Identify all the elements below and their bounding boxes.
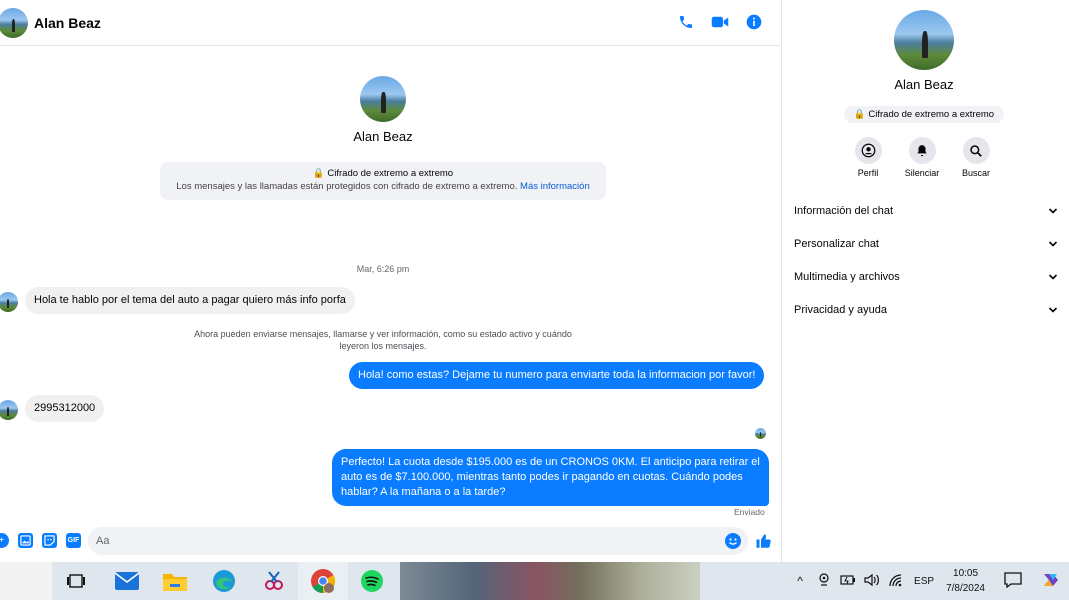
message-line: hablar? A la mañana o a la tarde? — [341, 486, 506, 498]
chevron-down-icon — [1048, 240, 1058, 247]
tray-overflow-icon[interactable]: ^ — [788, 574, 812, 588]
message-timestamp: Mar, 6:26 pm — [356, 264, 410, 274]
bell-icon[interactable] — [908, 137, 936, 164]
volume-icon[interactable] — [860, 573, 884, 590]
taskbar-spacer — [0, 562, 52, 600]
seen-receipt-avatar — [755, 428, 766, 439]
incoming-message[interactable]: Hola te hablo por el tema del auto a pag… — [25, 287, 355, 314]
section-label: Personalizar chat — [794, 237, 879, 250]
image-icon[interactable] — [18, 533, 33, 548]
encryption-description: Los mensajes y las llamadas están proteg… — [160, 181, 606, 192]
intro-avatar[interactable] — [360, 76, 406, 122]
system-note: Ahora pueden enviarse mensajes, llamarse… — [194, 329, 572, 351]
chevron-down-icon — [1048, 273, 1058, 280]
section-chat-info[interactable]: Información del chat — [794, 194, 1058, 227]
info-icon[interactable] — [744, 12, 764, 32]
conversation-intro: Alan Beaz — [0, 76, 766, 144]
sender-avatar[interactable] — [0, 292, 18, 312]
chrome-icon[interactable] — [310, 568, 336, 594]
spotify-icon[interactable] — [359, 568, 385, 594]
search-label: Buscar — [961, 168, 990, 178]
chat-header: Alan Beaz — [0, 0, 780, 46]
outgoing-message[interactable]: Hola! como estas? Dejame tu numero para … — [349, 362, 765, 389]
system-tray: ^ ESP 10:05 7/8/2024 — [788, 562, 1069, 600]
encryption-notice: 🔒 Cifrado de extremo a extremo Los mensa… — [160, 162, 606, 200]
phone-icon[interactable] — [676, 12, 696, 32]
task-view-icon[interactable] — [63, 568, 89, 594]
clock-time: 10:05 — [953, 568, 979, 579]
notifications-icon[interactable] — [1001, 571, 1025, 591]
contact-avatar[interactable] — [0, 8, 28, 38]
snipping-tool-icon[interactable] — [261, 568, 287, 594]
section-label: Información del chat — [794, 204, 894, 217]
profile-button[interactable]: Perfil — [850, 137, 886, 178]
emoji-icon[interactable] — [725, 533, 741, 549]
header-actions — [676, 12, 764, 32]
chat-pane: Alan Beaz Alan Beaz 🔒 Cifrado de extremo… — [0, 0, 780, 562]
taskbar-wallpaper — [400, 562, 700, 600]
panel-sections: Información del chat Personalizar chat M… — [794, 194, 1058, 326]
windows-taskbar: ^ ESP 10:05 7/8/2024 — [0, 562, 1069, 600]
clock-date: 7/8/2024 — [946, 583, 985, 594]
mute-button[interactable]: Silenciar — [904, 137, 940, 178]
section-media-files[interactable]: Multimedia y archivos — [794, 260, 1058, 293]
composer-actions: + GIF — [0, 533, 81, 548]
contact-name[interactable]: Alan Beaz — [34, 15, 101, 31]
copilot-icon[interactable] — [1039, 570, 1063, 593]
section-label: Privacidad y ayuda — [794, 303, 887, 316]
clock[interactable]: 10:05 7/8/2024 — [946, 566, 985, 596]
edge-icon[interactable] — [211, 568, 237, 594]
section-label: Multimedia y archivos — [794, 270, 900, 283]
composer: + GIF — [0, 524, 780, 558]
incoming-message[interactable]: 2995312000 — [25, 395, 105, 422]
message-input[interactable] — [88, 527, 748, 555]
section-privacy-help[interactable]: Privacidad y ayuda — [794, 293, 1058, 326]
outgoing-message[interactable]: Perfecto! La cuota desde $195.000 es de … — [332, 449, 769, 506]
message-line: Perfecto! La cuota desde $195.000 es de … — [341, 456, 760, 468]
plus-icon[interactable]: + — [0, 533, 9, 548]
sender-avatar[interactable] — [0, 400, 18, 420]
chevron-down-icon — [1048, 306, 1058, 313]
profile-label: Perfil — [857, 168, 879, 178]
delivery-status: Enviado — [734, 507, 765, 517]
battery-icon[interactable] — [836, 574, 860, 589]
more-info-link[interactable]: Más información — [520, 181, 590, 192]
panel-actions: Perfil Silenciar Buscar — [850, 137, 994, 178]
gif-icon[interactable]: GIF — [66, 533, 81, 548]
file-explorer-icon[interactable] — [162, 568, 188, 594]
chat-info-panel: Alan Beaz 🔒 Cifrado de extremo a extremo… — [781, 0, 1069, 562]
encryption-text: Los mensajes y las llamadas están proteg… — [176, 181, 518, 192]
input-language[interactable]: ESP — [914, 576, 934, 587]
video-camera-icon[interactable] — [710, 12, 730, 32]
section-customize-chat[interactable]: Personalizar chat — [794, 227, 1058, 260]
sticker-icon[interactable] — [42, 533, 57, 548]
encryption-badge[interactable]: 🔒 Cifrado de extremo a extremo — [844, 106, 1004, 123]
webcam-icon[interactable] — [812, 573, 836, 589]
message-line: auto es de $7.100.000, mientras tanto po… — [341, 471, 743, 483]
wifi-icon[interactable] — [884, 573, 908, 590]
search-icon[interactable] — [962, 137, 990, 164]
thumbs-up-icon[interactable] — [755, 532, 773, 550]
chevron-down-icon — [1048, 207, 1058, 214]
profile-icon[interactable] — [854, 137, 882, 164]
intro-name: Alan Beaz — [353, 129, 413, 144]
mail-icon[interactable] — [114, 568, 140, 594]
panel-avatar[interactable] — [894, 10, 954, 70]
search-button[interactable]: Buscar — [958, 137, 994, 178]
encryption-title: 🔒 Cifrado de extremo a extremo — [312, 168, 454, 179]
mute-label: Silenciar — [904, 168, 940, 178]
panel-contact-name: Alan Beaz — [894, 77, 954, 92]
